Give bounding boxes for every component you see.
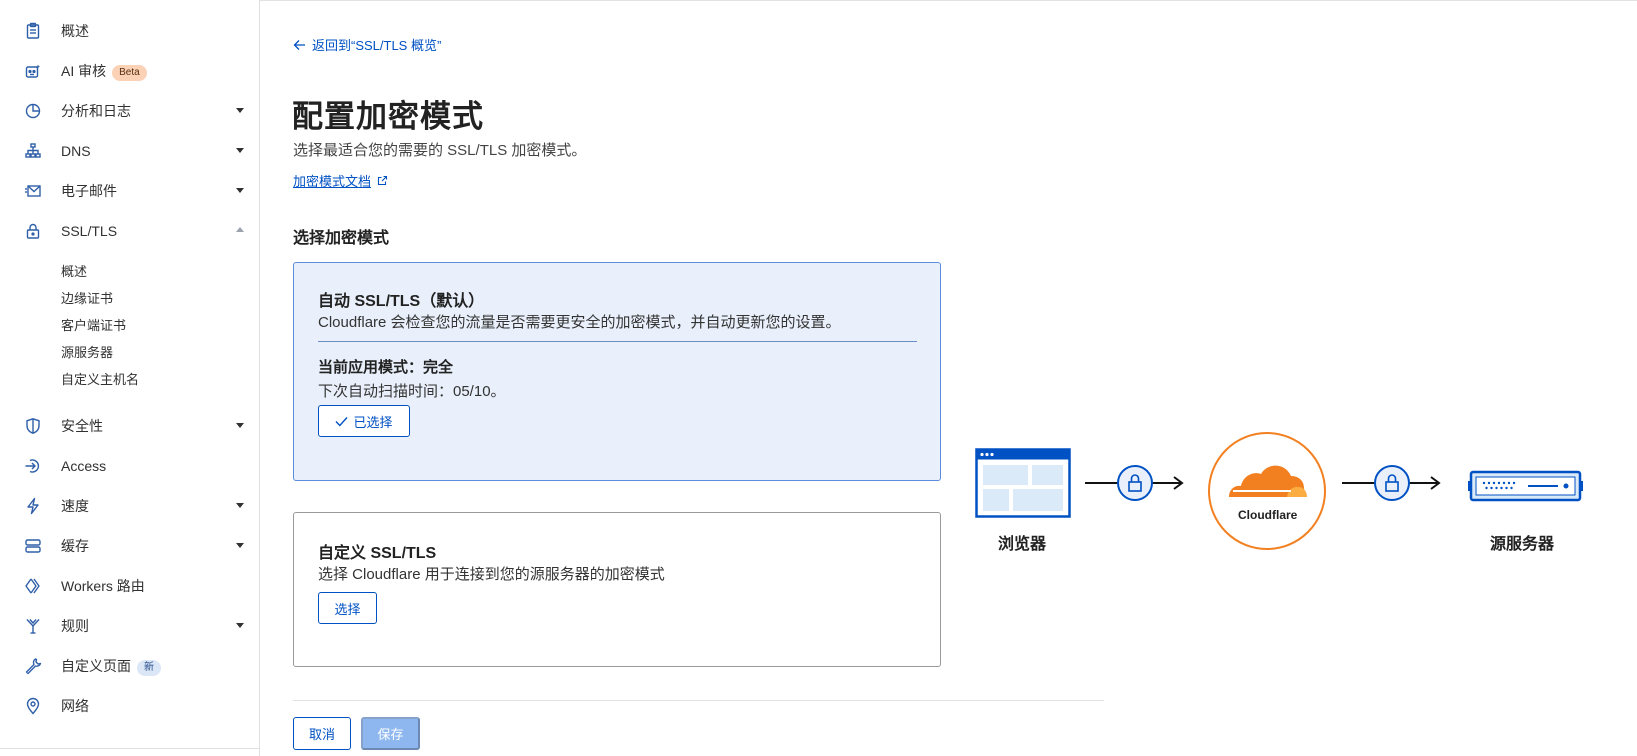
sidebar-item-label: SSL/TLS bbox=[61, 223, 118, 239]
current-mode: 当前应用模式：完全 bbox=[318, 359, 454, 376]
auto-ssl-card-title: 自动 SSL/TLS（默认） bbox=[318, 293, 485, 310]
sidebar-item-label: 概述 bbox=[61, 23, 89, 39]
select-button-label: 选择 bbox=[334, 601, 361, 617]
chevron-down-icon bbox=[236, 148, 244, 153]
save-button[interactable]: 保存 bbox=[361, 717, 420, 750]
chevron-down-icon bbox=[236, 108, 244, 113]
cloudflare-label: Cloudflare bbox=[1238, 508, 1298, 522]
chevron-up-icon bbox=[236, 227, 244, 232]
sidebar-item-speed[interactable]: 速度 bbox=[0, 492, 259, 520]
sidebar-item-label: 电子邮件 bbox=[61, 183, 117, 199]
sidebar-item-label: 缓存 bbox=[61, 538, 89, 554]
encrypted-connection-arrow-2 bbox=[1342, 465, 1441, 501]
envelope-icon bbox=[25, 185, 41, 197]
beta-badge: Beta bbox=[112, 65, 147, 81]
sidebar-item-security[interactable]: 安全性 bbox=[0, 412, 259, 440]
sidebar-subitem-edge-certificates[interactable]: 边缘证书 bbox=[61, 291, 113, 307]
sidebar-item-label: AI 审核 Beta bbox=[61, 63, 147, 81]
sidebar: 概述 AI 审核 Beta 分析和日志 DNS 电子邮件 SSL/TLS 概述 边… bbox=[0, 0, 260, 756]
origin-server-label: 源服务器 bbox=[1490, 536, 1555, 553]
auto-ssl-card-description: Cloudflare 会检查您的流量是否需要更安全的加密模式，并自动更新您的设置… bbox=[318, 314, 841, 331]
card-divider bbox=[318, 341, 917, 342]
encrypted-connection-arrow-1 bbox=[1085, 465, 1184, 501]
sidebar-item-label: 网络 bbox=[61, 698, 89, 714]
sidebar-bottom-divider bbox=[0, 748, 259, 749]
location-pin-icon bbox=[26, 697, 40, 715]
sidebar-subitem-custom-hostnames[interactable]: 自定义主机名 bbox=[61, 372, 139, 388]
sidebar-item-analytics[interactable]: 分析和日志 bbox=[0, 97, 259, 125]
sidebar-item-workers-routes[interactable]: Workers 路由 bbox=[0, 572, 259, 600]
sidebar-item-overview[interactable]: 概述 bbox=[0, 17, 259, 45]
chevron-down-icon bbox=[236, 423, 244, 428]
back-link[interactable]: 返回到“SSL/TLS 概览” bbox=[293, 35, 441, 54]
sidebar-item-label: 自定义页面新 bbox=[61, 658, 161, 676]
custom-ssl-card-description: 选择 Cloudflare 用于连接到您的源服务器的加密模式 bbox=[318, 566, 665, 583]
page-title: 配置加密模式 bbox=[292, 99, 484, 134]
sidebar-item-rules[interactable]: 规则 bbox=[0, 612, 259, 640]
sidebar-item-label: 安全性 bbox=[61, 418, 103, 434]
selected-button-label: 已选择 bbox=[353, 414, 393, 430]
select-button[interactable]: 选择 bbox=[318, 592, 377, 624]
sidebar-item-label: 速度 bbox=[61, 498, 89, 514]
sidebar-subitem-client-certificates[interactable]: 客户端证书 bbox=[61, 318, 126, 334]
funnel-icon bbox=[26, 619, 40, 634]
auto-ssl-card[interactable]: 自动 SSL/TLS（默认） Cloudflare 会检查您的流量是否需要更安全… bbox=[293, 262, 941, 481]
new-badge: 新 bbox=[137, 660, 161, 676]
page-subtitle: 选择最适合您的需要的 SSL/TLS 加密模式。 bbox=[293, 142, 587, 159]
sidebar-subitem-origin-server[interactable]: 源服务器 bbox=[61, 345, 113, 361]
sidebar-item-network[interactable]: 网络 bbox=[0, 692, 259, 720]
sign-in-icon bbox=[25, 459, 40, 473]
wrench-icon bbox=[25, 658, 42, 675]
sidebar-item-ai-audit[interactable]: AI 审核 Beta bbox=[0, 57, 259, 85]
documentation-link[interactable]: 加密模式文档 bbox=[293, 171, 388, 190]
lock-icon bbox=[26, 223, 40, 239]
external-link-icon bbox=[377, 175, 388, 186]
network-tree-icon bbox=[25, 143, 41, 158]
selected-button[interactable]: 已选择 bbox=[318, 405, 410, 437]
shield-icon bbox=[26, 418, 40, 434]
arrow-left-icon bbox=[293, 39, 305, 50]
chevron-down-icon bbox=[236, 623, 244, 628]
sidebar-item-dns[interactable]: DNS bbox=[0, 137, 259, 165]
workers-icon bbox=[25, 578, 40, 594]
robot-icon bbox=[25, 64, 40, 78]
storage-stack-icon bbox=[25, 539, 41, 553]
custom-ssl-card-title: 自定义 SSL/TLS bbox=[318, 545, 437, 562]
custom-ssl-card[interactable]: 自定义 SSL/TLS 选择 Cloudflare 用于连接到您的源服务器的加密… bbox=[293, 512, 941, 667]
sidebar-item-label: Workers 路由 bbox=[61, 578, 145, 594]
sidebar-item-label: Access bbox=[61, 458, 107, 474]
sidebar-item-custom-pages[interactable]: 自定义页面新 bbox=[0, 652, 259, 680]
encryption-flow-diagram: 浏览器 Cloudflare 源服务器 bbox=[960, 420, 1600, 570]
cloudflare-logo-icon bbox=[1208, 432, 1326, 550]
checkmark-icon bbox=[335, 416, 349, 427]
next-scan-time: 下次自动扫描时间：05/10。 bbox=[318, 383, 506, 400]
documentation-link-text: 加密模式文档 bbox=[293, 174, 372, 189]
chevron-down-icon bbox=[236, 543, 244, 548]
clipboard-icon bbox=[26, 22, 40, 39]
sidebar-item-label: DNS bbox=[61, 143, 91, 159]
browser-label: 浏览器 bbox=[998, 536, 1047, 553]
sidebar-item-label: 规则 bbox=[61, 618, 89, 634]
chevron-down-icon bbox=[236, 503, 244, 508]
cancel-button[interactable]: 取消 bbox=[293, 717, 351, 750]
lightning-icon bbox=[27, 497, 39, 515]
footer-divider bbox=[293, 700, 1104, 701]
sidebar-item-ssl-tls[interactable]: SSL/TLS bbox=[0, 217, 259, 245]
pie-chart-icon bbox=[25, 103, 41, 119]
back-link-text: 返回到“SSL/TLS 概览” bbox=[312, 38, 442, 53]
sidebar-item-access[interactable]: Access bbox=[0, 452, 259, 480]
chevron-down-icon bbox=[236, 188, 244, 193]
origin-server-icon bbox=[1468, 470, 1583, 502]
sidebar-item-email[interactable]: 电子邮件 bbox=[0, 177, 259, 205]
browser-window-icon bbox=[975, 448, 1071, 518]
sidebar-item-label: 分析和日志 bbox=[61, 103, 131, 119]
section-heading: 选择加密模式 bbox=[293, 230, 390, 247]
sidebar-item-cache[interactable]: 缓存 bbox=[0, 532, 259, 560]
sidebar-subitem-overview[interactable]: 概述 bbox=[61, 264, 87, 280]
